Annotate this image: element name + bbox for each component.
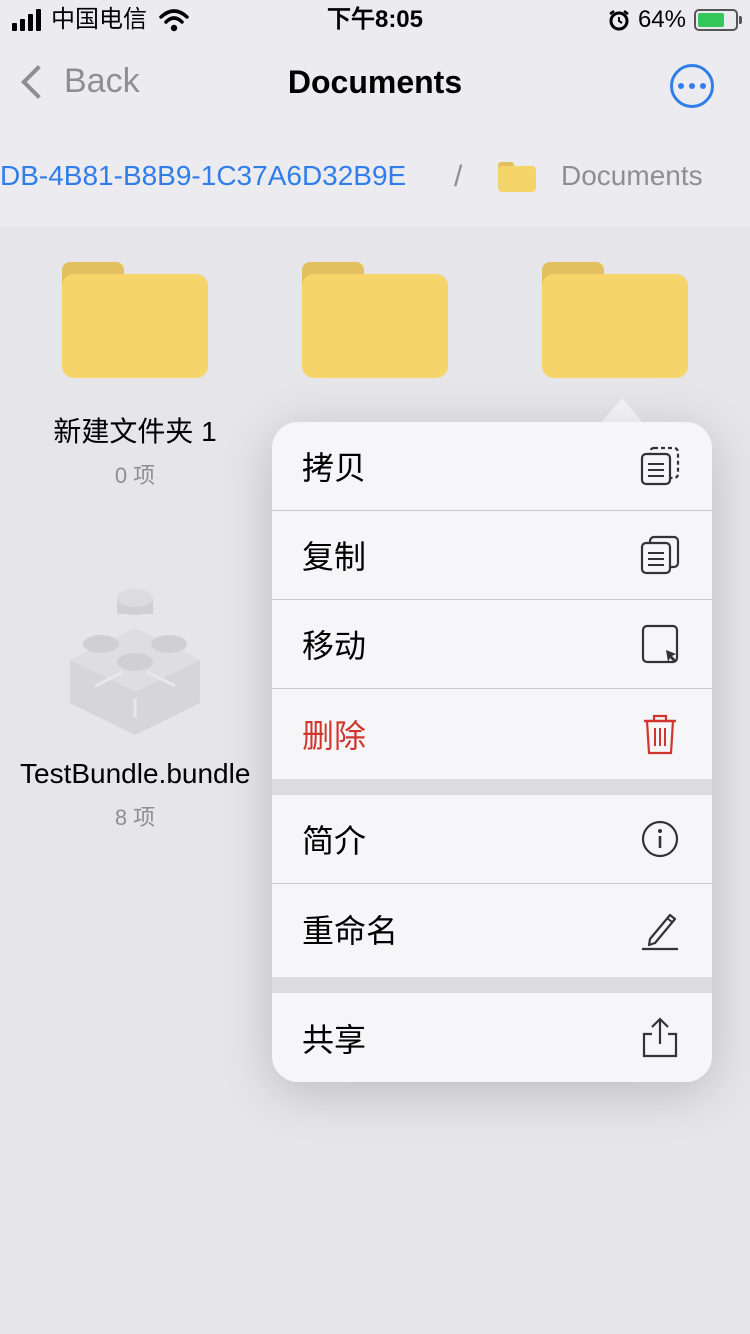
menu-item-delete[interactable]: 删除 (272, 689, 712, 778)
menu-section-divider (272, 977, 712, 993)
battery-percent: 64% (637, 6, 686, 33)
battery-charging-icon (694, 9, 742, 31)
context-menu: 拷贝 复制 移动 删除 简介 重命名 共享 (272, 422, 712, 1082)
alarm-icon (609, 10, 629, 31)
menu-item-label: 移动 (302, 628, 367, 664)
menu-item-move[interactable]: 移动 (272, 600, 712, 689)
info-icon (638, 817, 682, 861)
menu-item-label: 拷贝 (302, 450, 367, 486)
menu-item-label: 复制 (302, 539, 367, 575)
folder-icon (498, 162, 536, 192)
menu-item-copy[interactable]: 拷贝 (272, 422, 712, 511)
item-count: 0 项 (114, 463, 156, 488)
folder-item[interactable]: 新建文件夹 1 0 项 (20, 262, 250, 490)
item-count: 8 项 (114, 805, 156, 830)
breadcrumb-separator: / (454, 160, 463, 193)
folder-item[interactable] (500, 262, 730, 378)
share-icon (638, 1016, 682, 1060)
menu-item-label: 重命名 (302, 912, 399, 949)
breadcrumb: DB-4B81-B8B9-1C37A6D32B9E / Documents (0, 130, 750, 226)
navigation-bar: Back Documents (0, 40, 750, 130)
item-name: TestBundle.bundle (20, 758, 251, 789)
item-name: 新建文件夹 1 (53, 416, 217, 447)
menu-item-duplicate[interactable]: 复制 (272, 511, 712, 600)
menu-item-rename[interactable]: 重命名 (272, 884, 712, 973)
copy-icon (638, 444, 682, 488)
status-bar: 中国电信 下午8:05 64% (0, 0, 750, 40)
breadcrumb-parent[interactable]: DB-4B81-B8B9-1C37A6D32B9E (0, 160, 406, 192)
bundle-item[interactable]: TestBundle.bundle 8 项 (20, 588, 250, 832)
move-icon (638, 622, 682, 666)
menu-item-share[interactable]: 共享 (272, 993, 712, 1082)
menu-pointer (600, 398, 644, 424)
page-title: Documents (287, 64, 463, 100)
folder-icon (62, 262, 208, 378)
duplicate-icon (638, 533, 682, 577)
folder-item[interactable] (260, 262, 490, 378)
folder-icon (302, 262, 448, 378)
more-options-button[interactable] (670, 64, 714, 108)
menu-item-label: 简介 (302, 823, 367, 859)
menu-section-divider (272, 779, 712, 795)
breadcrumb-current: Documents (561, 160, 703, 191)
folder-icon (542, 262, 688, 378)
pencil-icon (638, 907, 682, 951)
menu-item-info[interactable]: 简介 (272, 795, 712, 884)
menu-item-label: 删除 (302, 717, 367, 754)
ellipsis-icon (678, 83, 684, 89)
menu-item-label: 共享 (302, 1021, 367, 1058)
trash-icon (638, 712, 682, 756)
lego-brick-icon (70, 589, 200, 735)
